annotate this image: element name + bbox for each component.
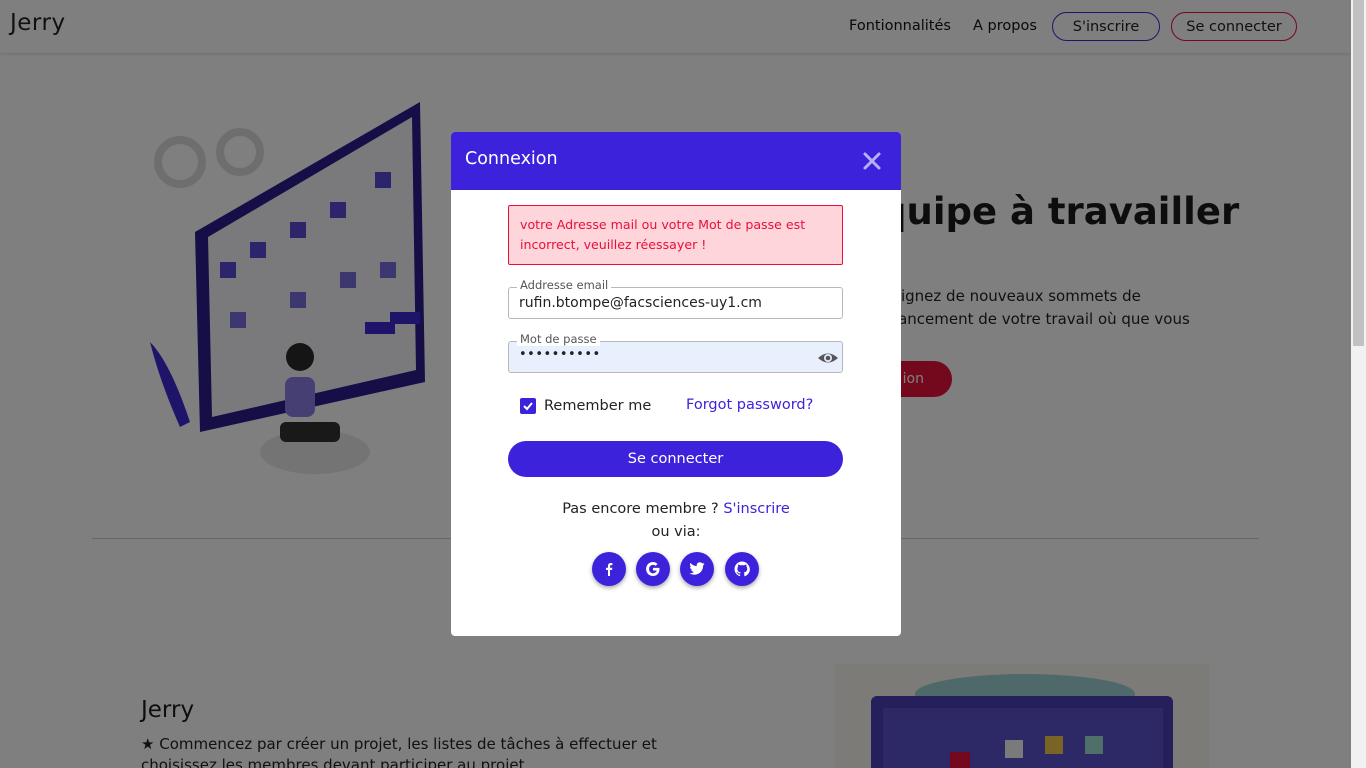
- check-icon: [523, 402, 533, 411]
- remember-me[interactable]: Remember me: [520, 398, 651, 414]
- email-label: Addresse email: [517, 278, 612, 292]
- via-label: ou via:: [651, 524, 701, 540]
- password-field[interactable]: Mot de passe ••••••••••: [508, 332, 843, 373]
- google-icon[interactable]: [636, 552, 670, 586]
- facebook-icon[interactable]: [592, 552, 626, 586]
- login-modal: Connexion votre Adresse mail ou votre Mo…: [451, 132, 901, 636]
- remember-label: Remember me: [544, 398, 652, 414]
- error-alert: votre Adresse mail ou votre Mot de passe…: [508, 205, 843, 265]
- signup-prompt: Pas encore membre ? S'inscrire: [562, 501, 790, 517]
- twitter-icon[interactable]: [680, 552, 714, 586]
- remember-checkbox[interactable]: [520, 398, 536, 414]
- email-input[interactable]: rufin.btompe@facsciences-uy1.cm: [519, 295, 762, 311]
- github-icon[interactable]: [725, 552, 759, 586]
- password-input[interactable]: ••••••••••: [519, 347, 601, 362]
- eye-icon[interactable]: [817, 349, 839, 367]
- forgot-password-link[interactable]: Forgot password?: [686, 397, 813, 413]
- close-icon[interactable]: [861, 150, 883, 172]
- email-field[interactable]: Addresse email rufin.btompe@facsciences-…: [508, 278, 843, 319]
- modal-header: Connexion: [451, 132, 901, 190]
- modal-title: Connexion: [465, 149, 558, 169]
- submit-button[interactable]: Se connecter: [508, 441, 843, 477]
- signup-link[interactable]: S'inscrire: [723, 501, 790, 517]
- scrollbar-thumb[interactable]: [1353, 0, 1364, 346]
- scrollbar[interactable]: [1351, 0, 1366, 768]
- password-label: Mot de passe: [517, 332, 600, 346]
